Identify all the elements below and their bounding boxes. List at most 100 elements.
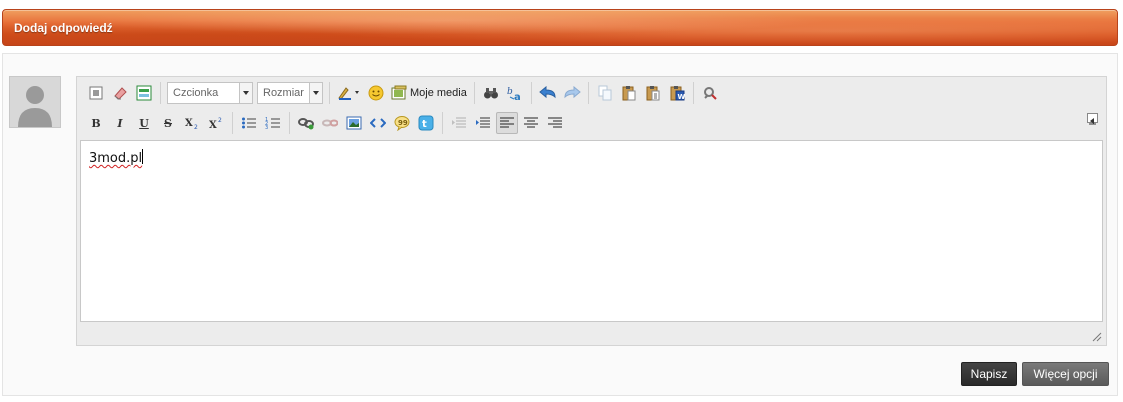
toolbar-separator (587, 82, 589, 104)
text-caret (142, 149, 144, 164)
svg-text:X: X (209, 120, 217, 130)
font-size-label: Rozmiar (263, 87, 304, 99)
rich-text-editor: Czcionka Rozmiar Moje media ba W B I U S… (76, 76, 1107, 346)
reply-header-title: Dodaj odpowiedź (14, 21, 113, 35)
underline-button[interactable]: U (133, 112, 155, 134)
source-icon (89, 86, 103, 100)
superscript-button[interactable]: X2 (205, 112, 227, 134)
default-user-icon (10, 77, 60, 127)
chevron-down-icon (239, 83, 252, 103)
redo-button[interactable] (561, 82, 583, 104)
insert-link-button[interactable] (295, 112, 317, 134)
submit-reply-button[interactable]: Napisz (961, 362, 1017, 386)
font-size-select[interactable]: Rozmiar (257, 82, 323, 104)
svg-text:W: W (677, 93, 685, 101)
font-family-select[interactable]: Czcionka (167, 82, 253, 104)
toolbar-separator (289, 112, 290, 134)
subscript-button[interactable]: X2 (181, 112, 203, 134)
bulleted-list-button[interactable] (238, 112, 260, 134)
quote-button[interactable]: 99 (391, 112, 413, 134)
editor-settings-button[interactable] (699, 82, 721, 104)
eraser-icon (114, 87, 127, 100)
indent-icon (476, 117, 490, 128)
redo-icon (564, 86, 581, 99)
paste-word-button[interactable]: W (666, 82, 688, 104)
quote-icon: 99 (394, 116, 410, 131)
align-right-button[interactable] (544, 112, 566, 134)
svg-text:b: b (507, 87, 513, 97)
align-left-button[interactable] (496, 112, 518, 134)
toolbar-separator (160, 82, 161, 104)
toolbar-separator (692, 82, 694, 104)
numbered-list-button[interactable]: 123 (262, 112, 284, 134)
text-color-button[interactable] (335, 82, 363, 104)
toolbar-row-1: Czcionka Rozmiar Moje media ba W (84, 80, 722, 106)
subscript-icon: X2 (185, 118, 198, 130)
smiley-button[interactable] (365, 82, 387, 104)
strikethrough-button[interactable]: S (157, 112, 179, 134)
unlink-icon (322, 119, 338, 127)
source-mode-button[interactable] (85, 82, 107, 104)
numbered-list-icon: 123 (265, 117, 280, 130)
find-button[interactable] (480, 82, 502, 104)
toggle-toolbar-button[interactable] (133, 82, 155, 104)
align-center-button[interactable] (520, 112, 542, 134)
toolbar-separator (442, 112, 443, 134)
underline-icon: U (139, 116, 149, 130)
tools-icon (703, 87, 717, 100)
italic-icon: I (117, 116, 123, 130)
twitter-icon: t (418, 115, 434, 131)
link-icon (298, 118, 314, 130)
binoculars-icon (483, 88, 498, 99)
undo-icon (539, 86, 556, 99)
more-options-button[interactable]: Więcej opcji (1022, 362, 1109, 386)
chevron-down-icon (309, 83, 322, 103)
paste-icon (622, 86, 636, 101)
bold-button[interactable]: B (85, 112, 107, 134)
editor-content-area[interactable]: 3mod.pl (80, 140, 1103, 322)
paste-word-icon: W (670, 86, 685, 101)
font-family-label: Czcionka (173, 87, 219, 99)
avatar (9, 76, 61, 128)
copy-button[interactable] (594, 82, 616, 104)
align-center-icon (524, 117, 538, 128)
outdent-button[interactable] (448, 112, 470, 134)
svg-text:X: X (185, 118, 193, 129)
media-icon (391, 85, 407, 100)
italic-button[interactable]: I (109, 112, 131, 134)
bulleted-list-icon (242, 117, 256, 129)
replace-button[interactable]: ba (504, 82, 526, 104)
svg-text:2: 2 (194, 124, 198, 130)
toolbar-row-2: B I U S X2 X2 123 99 t (84, 110, 567, 136)
strikethrough-icon: S (164, 116, 172, 130)
toolbar-separator (473, 82, 475, 104)
undo-button[interactable] (537, 82, 559, 104)
indent-button[interactable] (472, 112, 494, 134)
replace-icon: ba (507, 87, 521, 101)
toolbar-separator (530, 82, 532, 104)
code-icon (370, 118, 386, 128)
code-button[interactable] (367, 112, 389, 134)
outdent-icon (452, 117, 466, 128)
paste-text-button[interactable] (642, 82, 664, 104)
svg-text:a: a (514, 92, 521, 101)
svg-text:2: 2 (218, 117, 222, 124)
svg-text:99: 99 (398, 119, 408, 127)
toolbar-separator (232, 112, 233, 134)
bold-icon: B (91, 116, 101, 130)
collapse-toolbar-button[interactable] (1087, 113, 1098, 125)
toolbar-separator (329, 82, 330, 104)
twitter-button[interactable]: t (415, 112, 437, 134)
paste-button[interactable] (618, 82, 640, 104)
svg-text:3: 3 (265, 125, 268, 130)
insert-image-button[interactable] (343, 112, 365, 134)
smiley-icon (368, 85, 384, 101)
align-right-icon (548, 117, 562, 128)
remove-format-button[interactable] (109, 82, 131, 104)
remove-link-button[interactable] (319, 112, 341, 134)
layout-icon (136, 85, 152, 101)
my-media-button[interactable]: Moje media (391, 85, 467, 101)
resize-handle-icon[interactable] (1090, 330, 1102, 342)
collapse-icon (1089, 118, 1096, 125)
superscript-icon: X2 (209, 117, 222, 130)
